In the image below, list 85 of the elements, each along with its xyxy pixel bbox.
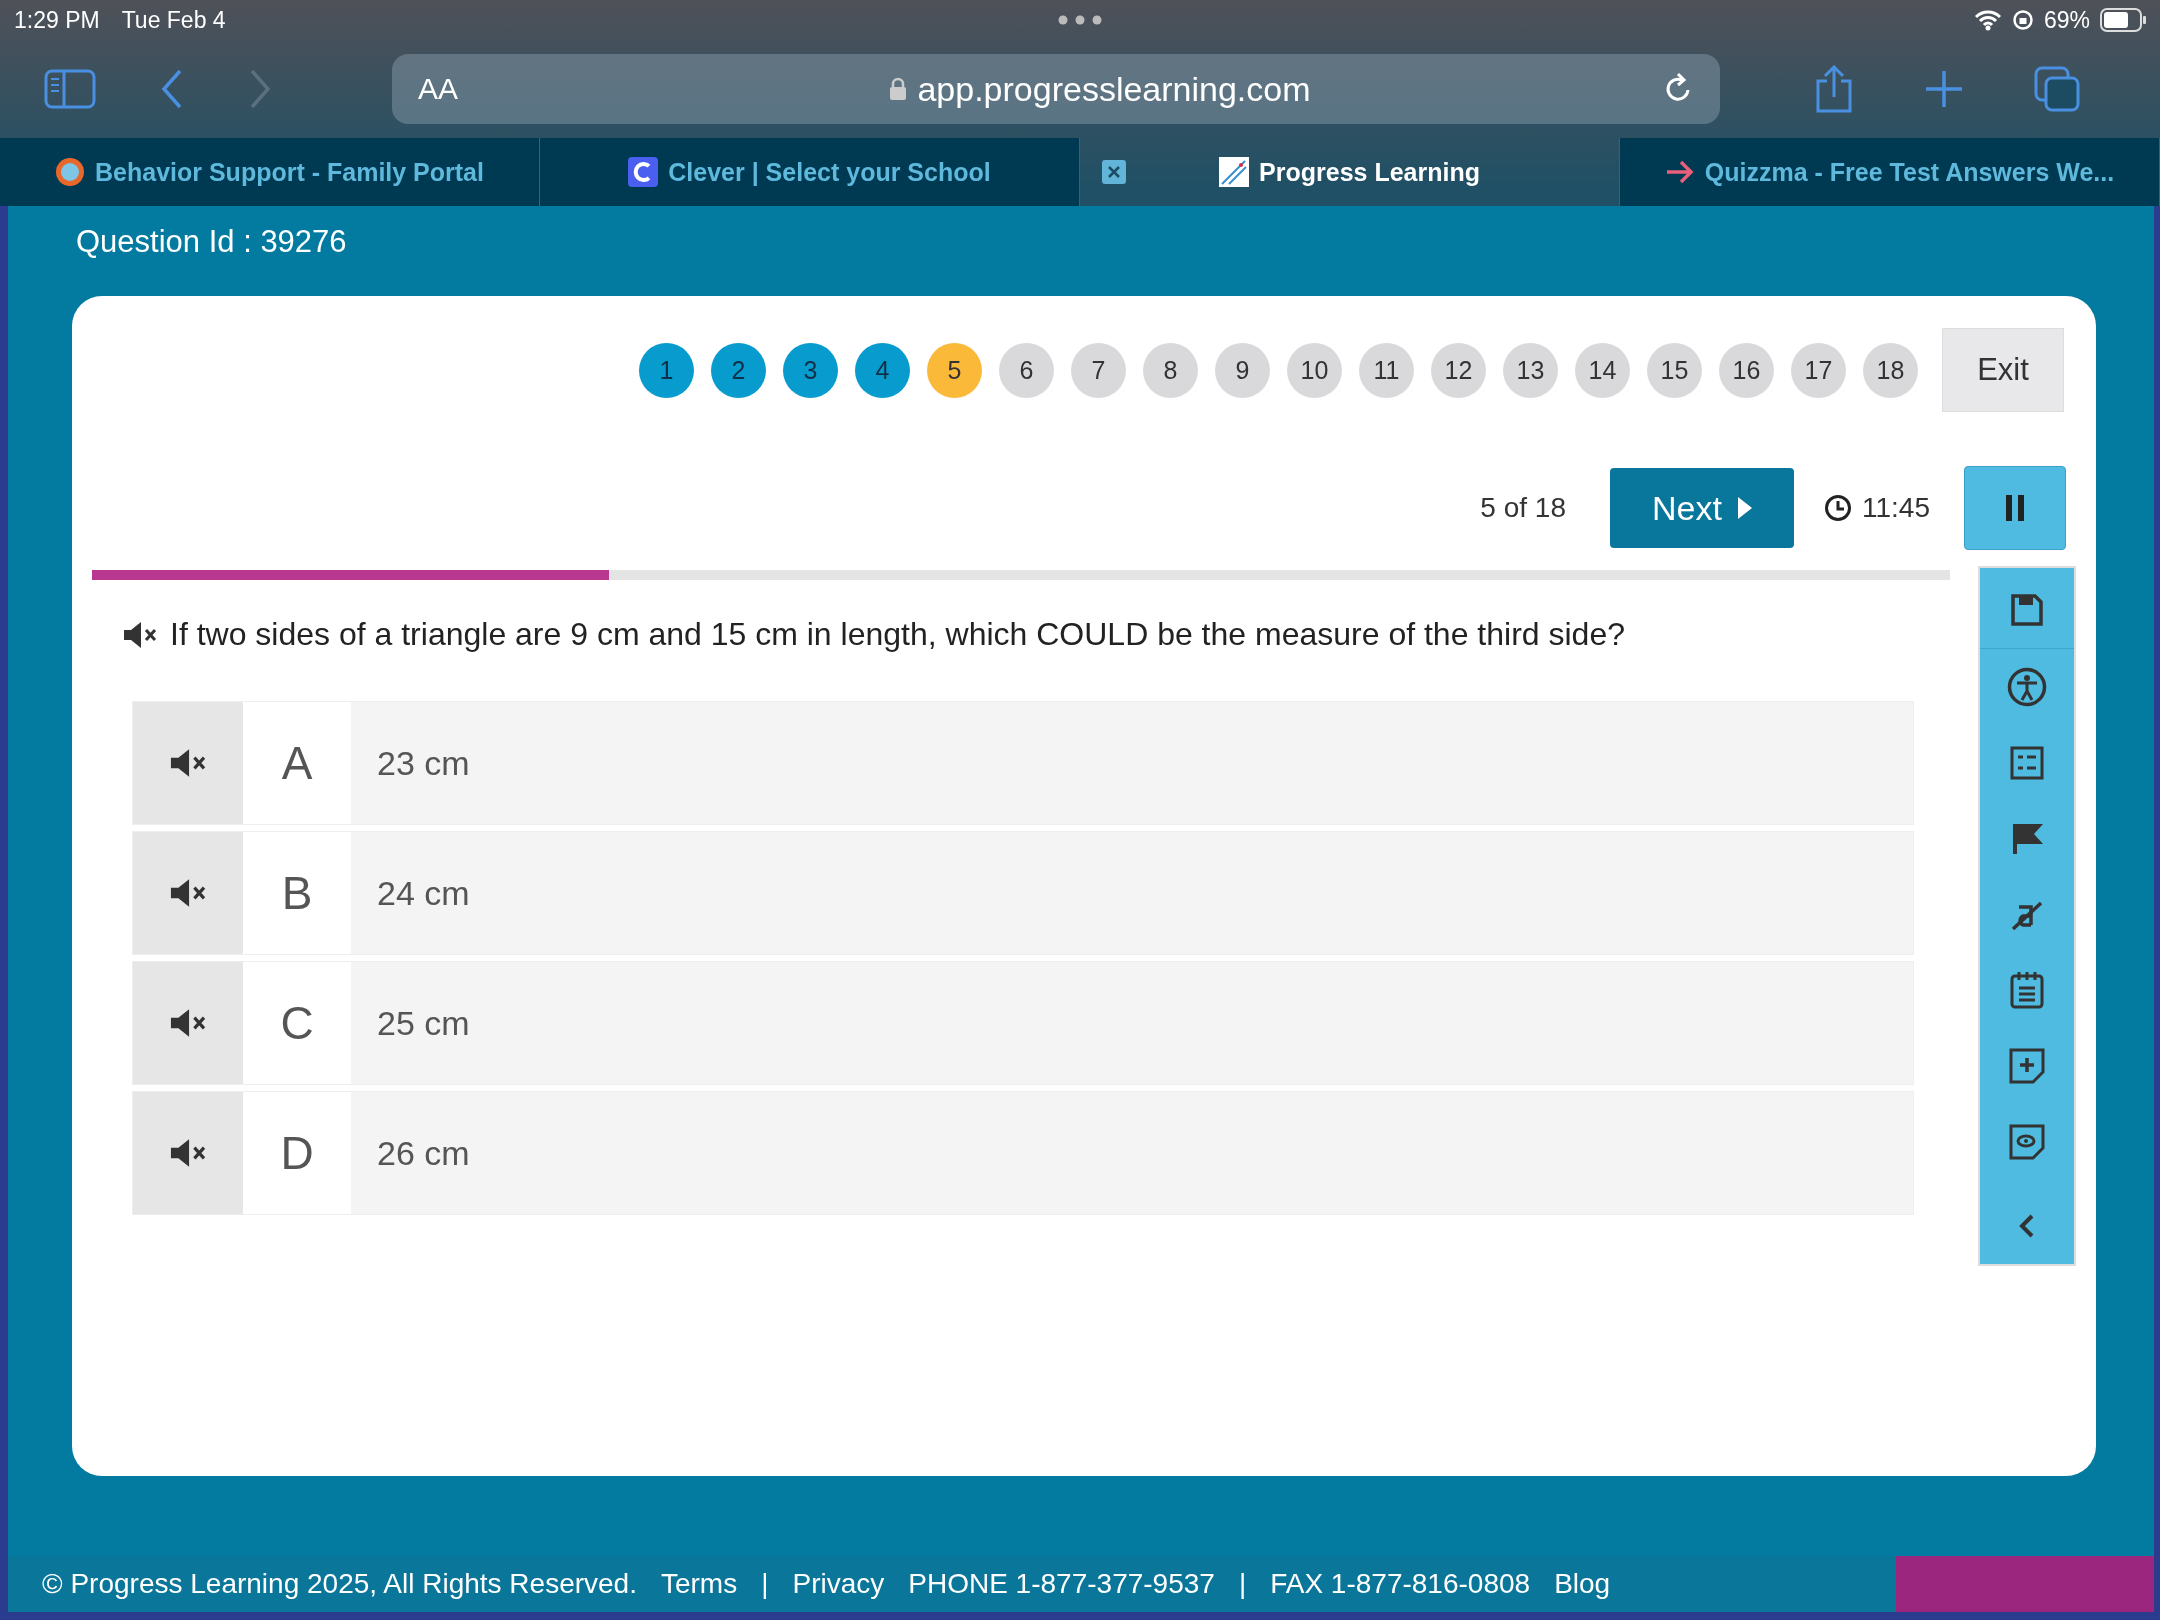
question-number-button[interactable]: 14	[1575, 342, 1630, 398]
notepad-icon[interactable]	[2010, 971, 2044, 1010]
next-button[interactable]: Next	[1610, 468, 1794, 548]
question-number-button[interactable]: 12	[1431, 342, 1486, 398]
lock-icon	[889, 77, 908, 101]
question-id: Question Id : 39276	[75, 223, 348, 261]
url-text: app.progresslearning.com	[917, 69, 1311, 109]
new-tab-icon[interactable]	[1924, 69, 1964, 109]
battery-icon	[2100, 8, 2146, 32]
question-number-button[interactable]: 15	[1647, 342, 1702, 398]
question-number-button[interactable]: 3	[783, 342, 838, 398]
address-bar[interactable]: AA app.progresslearning.com	[392, 54, 1720, 124]
question-number-button[interactable]: 17	[1791, 342, 1846, 398]
view-note-icon[interactable]	[2009, 1124, 2045, 1161]
text-size-button[interactable]: AA	[418, 72, 538, 106]
favicon-icon	[55, 157, 85, 187]
question-number-button[interactable]: 11	[1359, 342, 1414, 398]
answer-option[interactable]: D 26 cm	[132, 1091, 1914, 1215]
more-dots-icon[interactable]	[1058, 15, 1102, 25]
question-position: 5 of 18	[1480, 492, 1566, 524]
browser-tab[interactable]: Clever | Select your School	[540, 138, 1080, 206]
answer-option[interactable]: B 24 cm	[132, 831, 1914, 955]
play-icon	[1737, 497, 1752, 519]
status-date: Tue Feb 4	[121, 6, 226, 34]
option-text: 24 cm	[377, 873, 470, 913]
copyright-text: © Progress Learning 2025, All Rights Reserved.	[42, 1568, 637, 1600]
blog-link[interactable]: Blog	[1554, 1568, 1611, 1600]
favicon-icon	[628, 157, 659, 187]
option-letter: C	[243, 962, 351, 1084]
question-number-button[interactable]: 18	[1863, 342, 1918, 398]
fax-text: FAX 1-877-816-0808	[1270, 1568, 1531, 1600]
arrow-icon	[1664, 159, 1695, 185]
answer-option[interactable]: A 23 cm	[132, 701, 1914, 825]
mute-icon[interactable]	[168, 747, 208, 779]
question-number-button[interactable]: 16	[1719, 342, 1774, 398]
option-letter: B	[243, 832, 351, 954]
question-number-button[interactable]: 7	[1071, 342, 1126, 398]
sidebar-icon[interactable]	[44, 69, 96, 109]
option-text: 25 cm	[377, 1003, 470, 1043]
wifi-icon	[1973, 9, 2002, 31]
collapse-icon[interactable]	[2019, 1214, 2035, 1239]
question-number-button[interactable]: 1	[639, 342, 694, 398]
share-icon[interactable]	[1814, 65, 1854, 113]
browser-tab[interactable]: Behavior Support - Family Portal	[0, 138, 540, 206]
mute-icon[interactable]	[122, 619, 158, 650]
terms-link[interactable]: Terms	[660, 1568, 738, 1600]
mute-icon[interactable]	[168, 877, 208, 909]
timer-text: 11:45	[1862, 492, 1930, 524]
option-text: 26 cm	[377, 1133, 470, 1173]
answer-option[interactable]: C 25 cm	[132, 961, 1914, 1085]
save-icon[interactable]	[2010, 592, 2044, 627]
question-number-button[interactable]: 13	[1503, 342, 1558, 398]
footer-separator: |	[1238, 1568, 1247, 1600]
clock-icon	[1824, 494, 1852, 522]
checklist-icon[interactable]	[2010, 745, 2044, 780]
question-number-button[interactable]: 6	[999, 342, 1054, 398]
footer-separator: |	[761, 1568, 769, 1600]
back-icon[interactable]	[160, 69, 184, 109]
tabs-icon[interactable]	[2034, 66, 2080, 112]
question-number-button[interactable]: 8	[1143, 342, 1198, 398]
question-number-button[interactable]: 9	[1215, 342, 1270, 398]
privacy-link[interactable]: Privacy	[792, 1568, 885, 1600]
option-letter: D	[243, 1092, 351, 1214]
question-number-button[interactable]: 10	[1287, 342, 1342, 398]
accessibility-icon[interactable]	[2007, 666, 2047, 707]
option-letter: A	[243, 702, 351, 824]
battery-percent: 69%	[2043, 6, 2090, 34]
question-number-button[interactable]: 5	[927, 342, 982, 398]
mute-icon[interactable]	[168, 1007, 208, 1039]
flag-icon[interactable]	[2010, 821, 2044, 856]
close-tab-icon[interactable]	[1102, 160, 1126, 184]
question-number-button[interactable]: 2	[711, 342, 766, 398]
question-number-button[interactable]: 4	[855, 342, 910, 398]
question-text: If two sides of a triangle are 9 cm and 15 cm in length, which COULD be the measure of the third side?	[170, 616, 1625, 653]
phone-text: PHONE 1-877-377-9537	[908, 1568, 1215, 1600]
pause-icon	[2006, 495, 2024, 521]
mute-icon[interactable]	[168, 1137, 208, 1169]
add-note-icon[interactable]	[2009, 1048, 2045, 1085]
status-time: 1:29 PM	[14, 6, 100, 34]
browser-tab[interactable]: Quizzma - Free Test Answers We...	[1620, 138, 2160, 206]
exit-button[interactable]: Exit	[1942, 328, 2064, 412]
favicon-icon	[1219, 157, 1250, 187]
option-text: 23 cm	[377, 743, 470, 783]
rotation-lock-icon	[2011, 9, 2034, 31]
pause-button[interactable]	[1964, 466, 2066, 550]
